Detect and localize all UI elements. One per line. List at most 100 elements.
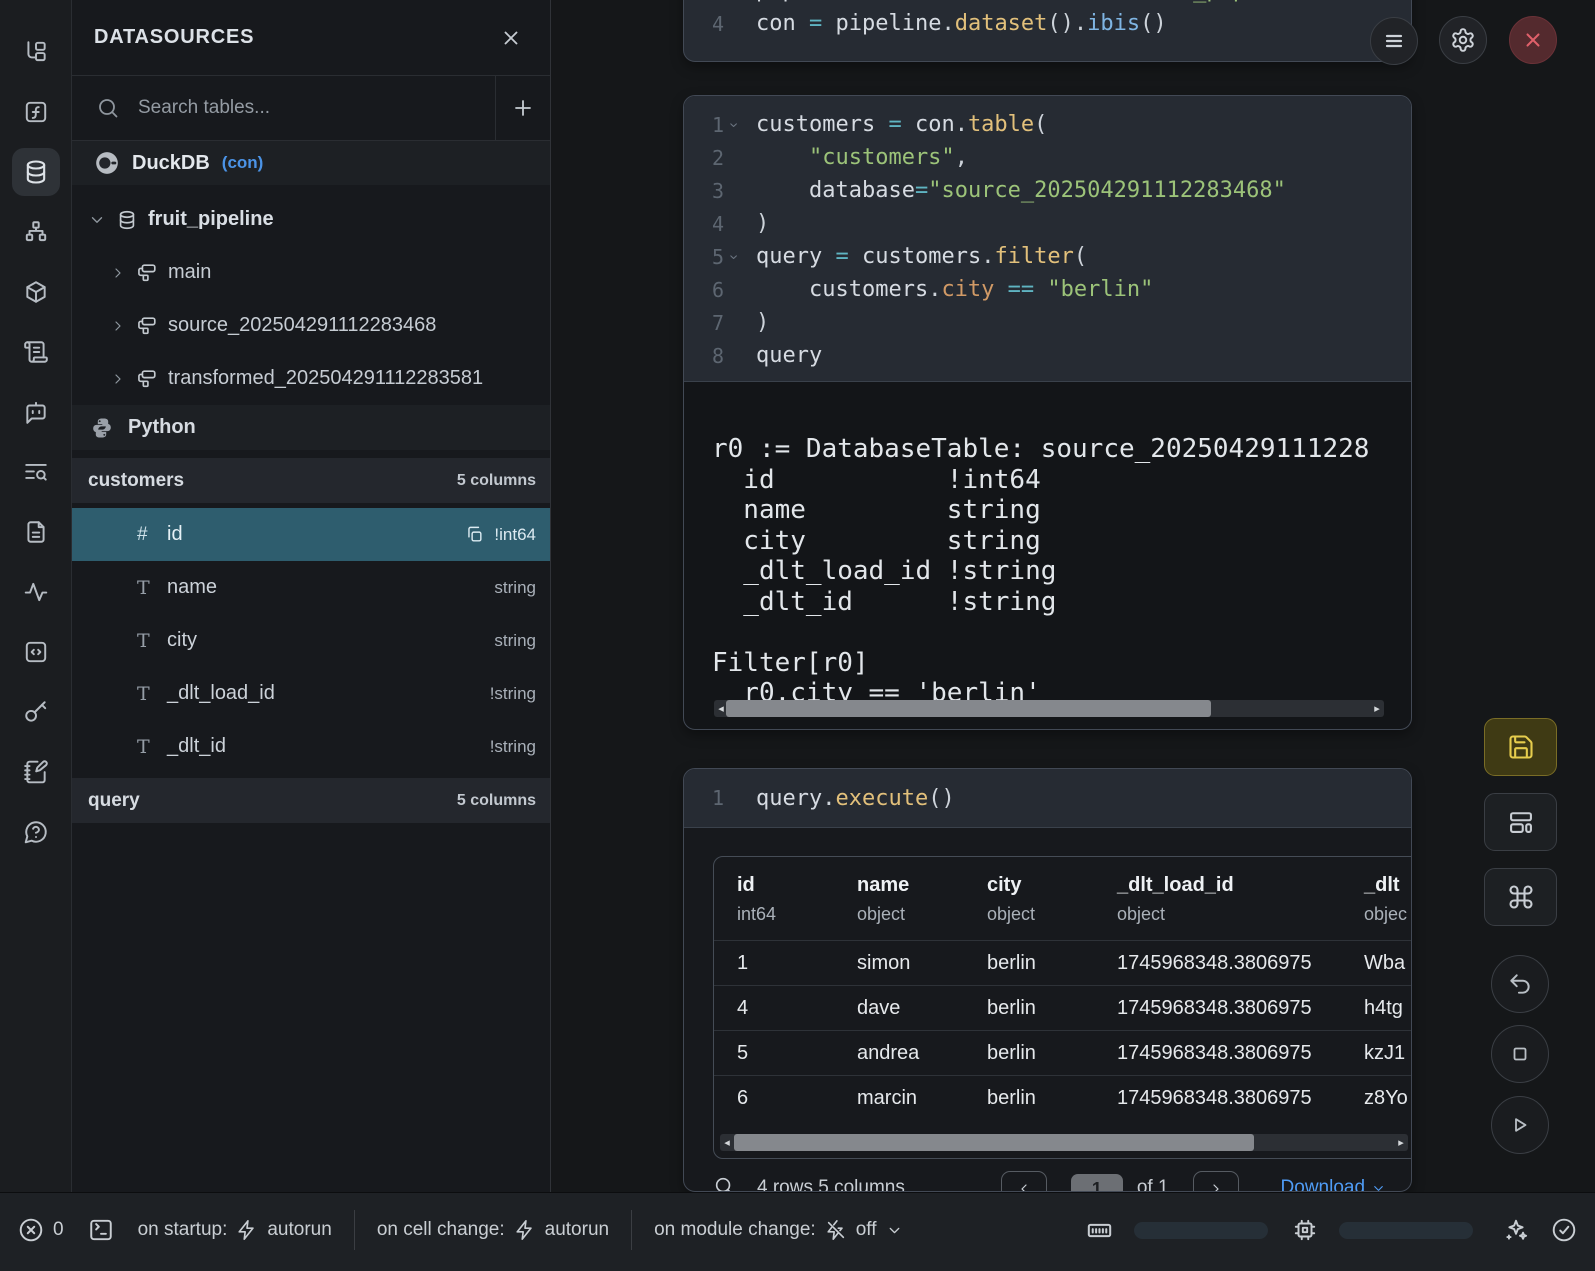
on-startup-label: on startup: bbox=[138, 1219, 228, 1241]
stop-button[interactable] bbox=[1491, 1025, 1549, 1083]
on-cell-change-setting[interactable]: on cell change: autorun bbox=[377, 1207, 609, 1253]
on-module-change-label: on module change: bbox=[654, 1219, 816, 1241]
tree-database-fruit-pipeline[interactable]: fruit_pipeline bbox=[72, 193, 550, 246]
list-search-icon[interactable] bbox=[16, 452, 56, 492]
code-editor[interactable]: 1›customers = con.table(2 "customers",3 … bbox=[684, 96, 1411, 382]
column-row-name[interactable]: T name string bbox=[72, 561, 550, 614]
on-module-change-setting[interactable]: on module change: off bbox=[654, 1207, 902, 1253]
table-row[interactable]: 1simonberlin1745968348.3806975Wba bbox=[714, 940, 1412, 985]
scroll-right-icon[interactable]: ▸ bbox=[1394, 1134, 1408, 1151]
column-header: _dlt_load_idobject bbox=[1117, 874, 1364, 925]
error-count: 0 bbox=[53, 1219, 64, 1241]
add-datasource-button[interactable] bbox=[495, 76, 550, 140]
activity-icon[interactable] bbox=[16, 572, 56, 612]
schema-icon bbox=[136, 368, 158, 390]
engine-python[interactable]: Python bbox=[72, 405, 550, 450]
terminal-button[interactable] bbox=[88, 1207, 114, 1253]
cpu-meter bbox=[1339, 1222, 1473, 1239]
column-name: city bbox=[167, 629, 494, 652]
connection-name: DuckDB bbox=[132, 152, 210, 175]
chevron-right-icon bbox=[110, 265, 126, 281]
scrollbar-thumb[interactable] bbox=[726, 700, 1211, 717]
table-row[interactable]: 4daveberlin1745968348.3806975h4tg bbox=[714, 985, 1412, 1030]
page-number-box[interactable]: 1 bbox=[1071, 1174, 1123, 1192]
close-panel-icon[interactable] bbox=[500, 27, 522, 49]
search-icon[interactable] bbox=[713, 1175, 735, 1192]
on-startup-setting[interactable]: on startup: autorun bbox=[138, 1207, 332, 1253]
table-columns-count: 5 columns bbox=[457, 792, 536, 810]
column-header: cityobject bbox=[987, 874, 1117, 925]
column-row-id[interactable]: # id !int64 bbox=[72, 508, 550, 561]
text-type-icon: T bbox=[137, 683, 167, 705]
download-link[interactable]: Download bbox=[1281, 1177, 1387, 1192]
memory-usage bbox=[1086, 1207, 1268, 1253]
table-name: query bbox=[88, 790, 140, 812]
key-icon[interactable] bbox=[16, 692, 56, 732]
page-of-label: of 1 bbox=[1137, 1177, 1169, 1192]
save-button[interactable] bbox=[1484, 718, 1557, 776]
table-row[interactable]: 5andreaberlin1745968348.3806975kzJ1 bbox=[714, 1030, 1412, 1075]
database-name: fruit_pipeline bbox=[148, 208, 274, 231]
command-button[interactable] bbox=[1484, 868, 1557, 926]
connection-duckdb[interactable]: DuckDB (con) bbox=[72, 141, 550, 185]
code-cell-2[interactable]: 1›customers = con.table(2 "customers",3 … bbox=[683, 95, 1412, 730]
close-button[interactable] bbox=[1509, 16, 1557, 64]
horizontal-scrollbar[interactable]: ◂ ▸ bbox=[720, 1134, 1408, 1151]
table-header-query[interactable]: query 5 columns bbox=[72, 778, 550, 823]
bot-icon[interactable] bbox=[16, 392, 56, 432]
code-cell-1[interactable]: pipeline = dlt.destination("fruit_pipeli… bbox=[683, 0, 1412, 62]
function-square-icon[interactable] bbox=[16, 92, 56, 132]
text-type-icon: T bbox=[137, 577, 167, 599]
check-circle-icon[interactable] bbox=[1551, 1207, 1577, 1253]
column-row-dlt-load-id[interactable]: T _dlt_load_id !string bbox=[72, 667, 550, 720]
previous-page-button[interactable] bbox=[1001, 1171, 1047, 1192]
help-circle-icon[interactable] bbox=[16, 812, 56, 852]
layout-button[interactable] bbox=[1484, 793, 1557, 851]
column-name: _dlt_id bbox=[167, 735, 490, 758]
scrollbar-thumb[interactable] bbox=[734, 1134, 1254, 1151]
chevron-right-icon bbox=[110, 371, 126, 387]
hierarchy-icon[interactable] bbox=[16, 212, 56, 252]
run-button[interactable] bbox=[1491, 1096, 1549, 1154]
datasources-panel: DATASOURCES DuckDB (con) bbox=[72, 0, 551, 1192]
tree-schema-transformed[interactable]: transformed_202504291112283581 bbox=[72, 352, 550, 405]
on-cell-change-value: autorun bbox=[545, 1219, 609, 1241]
result-table-header: idint64 nameobject cityobject _dlt_load_… bbox=[714, 857, 1412, 940]
column-header: _dltobjec bbox=[1364, 874, 1412, 925]
schema-name: main bbox=[168, 261, 211, 284]
horizontal-scrollbar[interactable]: ◂ ▸ bbox=[714, 700, 1384, 717]
table-name: customers bbox=[88, 470, 184, 492]
next-page-button[interactable] bbox=[1193, 1171, 1239, 1192]
code-cell-3[interactable]: 1query.execute() idint64 nameobject city… bbox=[683, 768, 1412, 1192]
settings-button[interactable] bbox=[1439, 16, 1487, 64]
scroll-right-icon[interactable]: ▸ bbox=[1370, 700, 1384, 717]
table-header-customers[interactable]: customers 5 columns bbox=[72, 458, 550, 503]
zap-icon bbox=[514, 1219, 536, 1241]
code-square-icon[interactable] bbox=[16, 632, 56, 672]
copy-icon[interactable] bbox=[465, 525, 484, 544]
column-type: !string bbox=[490, 737, 536, 757]
file-text-icon[interactable] bbox=[16, 512, 56, 552]
column-row-dlt-id[interactable]: T _dlt_id !string bbox=[72, 720, 550, 773]
table-row[interactable]: 6marcinberlin1745968348.3806975z8Yo bbox=[714, 1075, 1412, 1120]
notebook-pen-icon[interactable] bbox=[16, 752, 56, 792]
cube-icon[interactable] bbox=[16, 272, 56, 312]
menu-button[interactable] bbox=[1370, 17, 1418, 65]
tree-schema-main[interactable]: main bbox=[72, 246, 550, 299]
tree-icon[interactable] bbox=[16, 32, 56, 72]
cell-output-repr: r0 := DatabaseTable: source_202504291112… bbox=[684, 408, 1411, 709]
scroll-left-icon[interactable]: ◂ bbox=[720, 1134, 734, 1151]
error-indicator[interactable]: 0 bbox=[18, 1207, 64, 1253]
memory-meter bbox=[1134, 1222, 1268, 1239]
undo-button[interactable] bbox=[1491, 955, 1549, 1013]
code-editor[interactable]: 1query.execute() bbox=[684, 769, 1411, 828]
database-icon bbox=[116, 209, 138, 231]
scroll-text-icon[interactable] bbox=[16, 332, 56, 372]
database-icon[interactable] bbox=[12, 148, 60, 196]
ai-sparkles-button[interactable] bbox=[1503, 1207, 1529, 1253]
tree-schema-source[interactable]: source_202504291112283468 bbox=[72, 299, 550, 352]
column-row-city[interactable]: T city string bbox=[72, 614, 550, 667]
code-editor[interactable]: pipeline = dlt.destination("fruit_pipeli… bbox=[684, 0, 1411, 40]
on-startup-value: autorun bbox=[267, 1219, 331, 1241]
search-tables-input[interactable] bbox=[136, 96, 495, 120]
